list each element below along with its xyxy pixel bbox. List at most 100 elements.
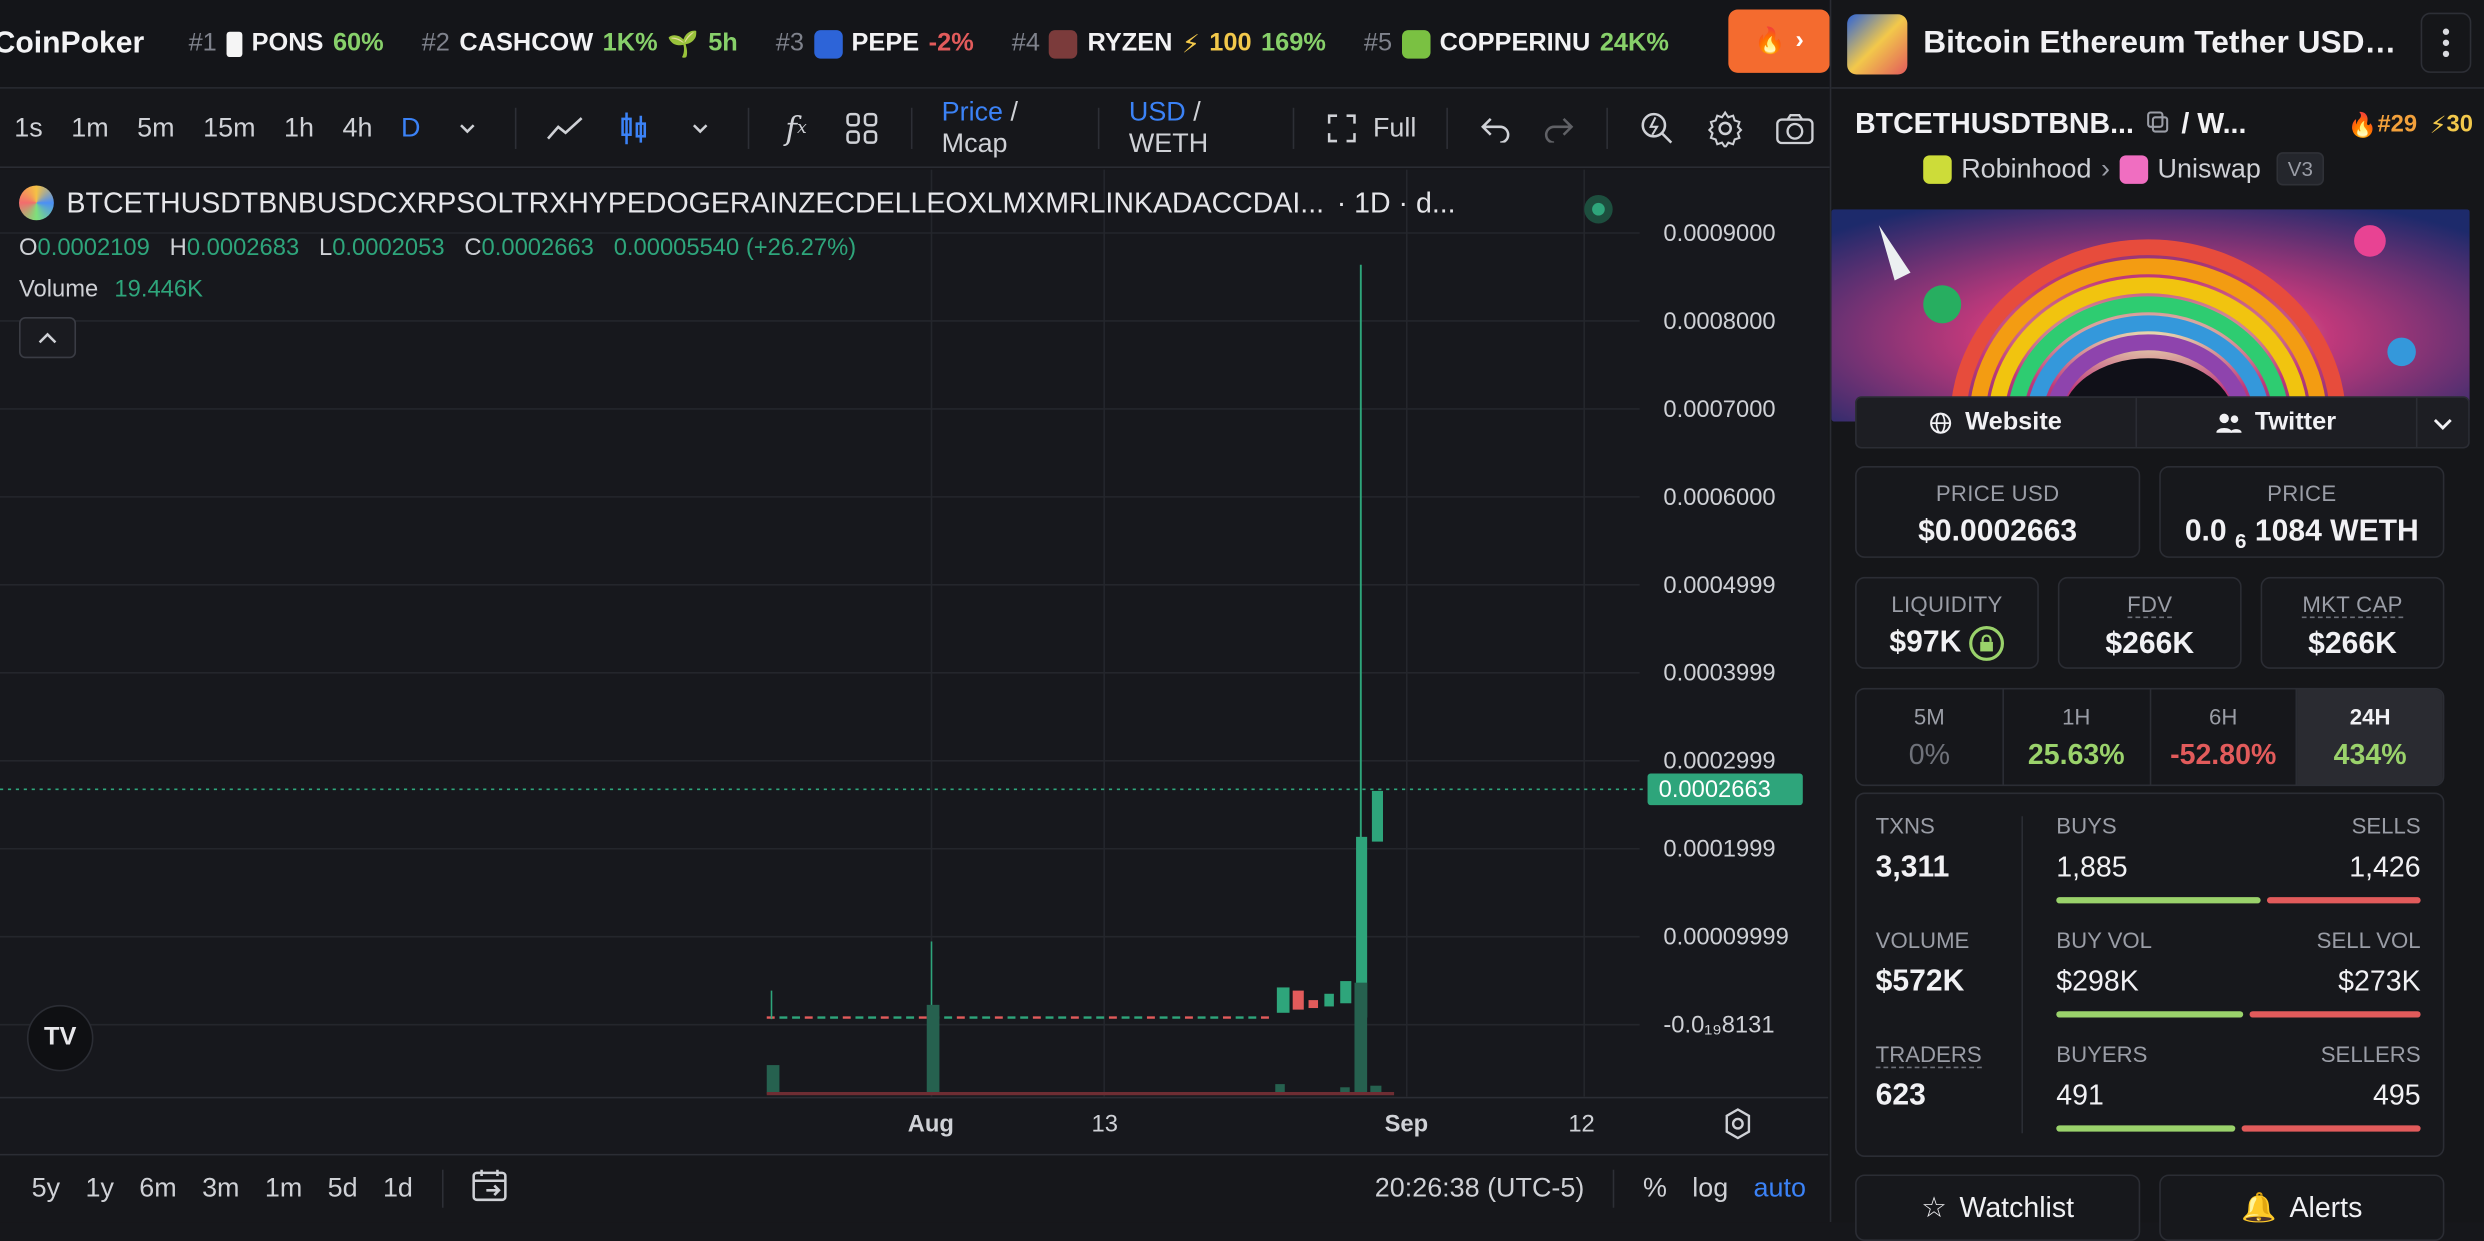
undo-icon[interactable] xyxy=(1479,109,1511,147)
price-axis-label: 0.0002999 xyxy=(1663,748,1775,775)
pair-line: BTCETHUSDTBNB... / W... 🔥 #29 ⚡ 30 xyxy=(1855,108,2473,141)
price-axis-label: 0.0008000 xyxy=(1663,308,1775,335)
traders-value: 623 xyxy=(1875,1079,1926,1113)
tab-24h[interactable]: 24H 434% xyxy=(2297,689,2443,785)
ticker-change: -2% xyxy=(928,29,974,57)
range-3m[interactable]: 3m xyxy=(189,1173,252,1205)
quick-search-icon[interactable] xyxy=(1640,109,1675,147)
line-chart-icon[interactable] xyxy=(547,109,585,147)
ticker-item-1[interactable]: #1 PONS 60% xyxy=(189,29,384,58)
scale-controls: 20:26:38 (UTC-5) % log auto xyxy=(1362,1169,1828,1208)
chain-dex-line: Robinhood › Uniswap V3 xyxy=(1923,152,2325,186)
lock-icon[interactable] xyxy=(1969,626,2005,661)
tf-15m[interactable]: 15m xyxy=(189,112,270,144)
layout-grid-icon[interactable] xyxy=(844,109,879,147)
website-button[interactable]: Website xyxy=(1857,397,2138,447)
camera-icon[interactable] xyxy=(1776,109,1814,147)
ticker-item-4[interactable]: #4 RYZEN ⚡ 100 169% xyxy=(1012,28,1326,60)
brand-name: CoinPoker xyxy=(0,26,145,60)
boost-count: 30 xyxy=(2446,110,2473,138)
chevron-up-icon xyxy=(38,332,57,344)
collapse-legend-button[interactable] xyxy=(19,316,77,359)
full-button[interactable]: Full xyxy=(1373,112,1431,144)
clock-readout[interactable]: 20:26:38 (UTC-5) xyxy=(1362,1173,1597,1205)
price-axis-label: 0.0004999 xyxy=(1663,572,1775,599)
range-1d[interactable]: 1d xyxy=(370,1173,425,1205)
price-axis-label: 0.0006000 xyxy=(1663,484,1775,511)
price-weth-value: 0.0 6 1084 WETH xyxy=(2161,515,2443,553)
mcap-value: $266K xyxy=(2308,627,2397,661)
tf-d[interactable]: D xyxy=(387,112,435,144)
price-axis-label: -0.0₁₉8131 xyxy=(1663,1012,1774,1039)
alerts-button[interactable]: 🔔 Alerts xyxy=(2159,1174,2445,1241)
chevron-down-icon[interactable] xyxy=(451,109,483,147)
currency-toggle[interactable]: USD / WETH xyxy=(1115,96,1277,159)
copy-icon[interactable] xyxy=(2147,111,2169,138)
weth-option[interactable]: WETH xyxy=(1129,128,1208,158)
range-1y[interactable]: 1y xyxy=(73,1173,127,1205)
chain-name[interactable]: Robinhood xyxy=(1961,153,2091,185)
dex-name[interactable]: Uniswap xyxy=(2158,153,2261,185)
high-label: H xyxy=(169,234,187,262)
chevron-down-icon[interactable] xyxy=(683,109,715,147)
mcap-label: MKT CAP xyxy=(2302,591,2403,619)
range-bar: 5y 1y 6m 3m 1m 5d 1d 20:26:38 (UTC-5) % … xyxy=(0,1153,1829,1223)
settings-gear-icon[interactable] xyxy=(1722,1108,1754,1146)
tf-5m[interactable]: 5m xyxy=(123,112,189,144)
candlestick-icon[interactable] xyxy=(617,109,652,147)
price-chart[interactable]: 0.0009000 0.0008000 0.0007000 0.0006000 0.00… xyxy=(0,169,1829,1153)
tab-6h[interactable]: 6H -52.80% xyxy=(2151,689,2298,785)
ticker-change: 60% xyxy=(332,29,384,57)
range-1m[interactable]: 1m xyxy=(252,1173,315,1205)
twitter-label: Twitter xyxy=(2254,408,2337,436)
timeframe-change-tabs: 5M 0% 1H 25.63% 6H -52.80% 24H 434% xyxy=(1855,687,2445,787)
slash: / xyxy=(1010,95,1019,127)
ticker-item-5[interactable]: #5 COPPERINU 24K% xyxy=(1364,29,1669,58)
ticker-item-2[interactable]: #2 CASHCOW 1K% 🌱 5h xyxy=(422,28,738,60)
liquidity-card: LIQUIDITY $97K xyxy=(1855,576,2039,669)
range-6m[interactable]: 6m xyxy=(127,1173,190,1205)
tradingview-logo-icon[interactable]: TV xyxy=(26,1004,94,1072)
usd-option[interactable]: USD xyxy=(1129,96,1186,126)
ticker-rank: #2 xyxy=(421,29,450,57)
tf-1s[interactable]: 1s xyxy=(0,112,57,144)
token-icon xyxy=(1049,29,1078,58)
price-mcap-toggle[interactable]: Price / Mcap xyxy=(927,96,1081,159)
time-axis[interactable]: Aug 13 Sep 12 xyxy=(0,1096,1829,1154)
price-option[interactable]: Price xyxy=(942,96,1003,126)
sells-label: SELLS xyxy=(2351,813,2421,839)
token-banner-image xyxy=(1831,209,2470,422)
low-value: 0.0002053 xyxy=(332,234,445,262)
ticker-item-3[interactable]: #3 PEPE -2% xyxy=(776,29,974,58)
trending-fire-button[interactable]: 🔥 › xyxy=(1728,9,1830,73)
volume-label: VOLUME xyxy=(1875,927,1970,953)
buyers-sellers-bar xyxy=(2056,1125,2421,1132)
tab-5m[interactable]: 5M 0% xyxy=(1857,689,2004,785)
more-options-icon[interactable] xyxy=(2420,12,2472,73)
watchlist-button[interactable]: ☆ Watchlist xyxy=(1855,1174,2141,1241)
twitter-button[interactable]: Twitter xyxy=(2137,397,2418,447)
range-5d[interactable]: 5d xyxy=(315,1173,370,1205)
price-weth-card: PRICE 0.0 6 1084 WETH xyxy=(2159,465,2445,558)
tf-1h[interactable]: 1h xyxy=(270,112,328,144)
high-value: 0.0002683 xyxy=(186,234,300,262)
settings-gear-icon[interactable] xyxy=(1706,109,1744,147)
chart-canvas[interactable]: 0.0009000 0.0008000 0.0007000 0.0006000 0.00… xyxy=(0,169,1828,1097)
tf-4h[interactable]: 4h xyxy=(328,112,386,144)
calendar-goto-icon[interactable] xyxy=(459,1167,522,1210)
fullscreen-icon[interactable] xyxy=(1325,109,1357,147)
range-5y[interactable]: 5y xyxy=(19,1173,73,1205)
more-links-button[interactable] xyxy=(2417,398,2468,447)
auto-toggle[interactable]: auto xyxy=(1741,1173,1819,1205)
tab-1h[interactable]: 1H 25.63% xyxy=(2004,689,2151,785)
buyers-sellers-row: BUYERS SELLERS 491 495 xyxy=(2056,1041,2421,1132)
indicators-icon[interactable]: fx xyxy=(780,109,812,147)
token-icon xyxy=(226,30,243,57)
mcap-option[interactable]: Mcap xyxy=(942,128,1008,158)
price-usd-card: PRICE USD $0.0002663 xyxy=(1855,465,2141,558)
percent-toggle[interactable]: % xyxy=(1630,1173,1679,1205)
price-usd-value: $0.0002663 xyxy=(1918,515,2078,549)
redo-icon[interactable] xyxy=(1543,109,1575,147)
tf-1m[interactable]: 1m xyxy=(57,112,123,144)
log-toggle[interactable]: log xyxy=(1680,1173,1741,1205)
